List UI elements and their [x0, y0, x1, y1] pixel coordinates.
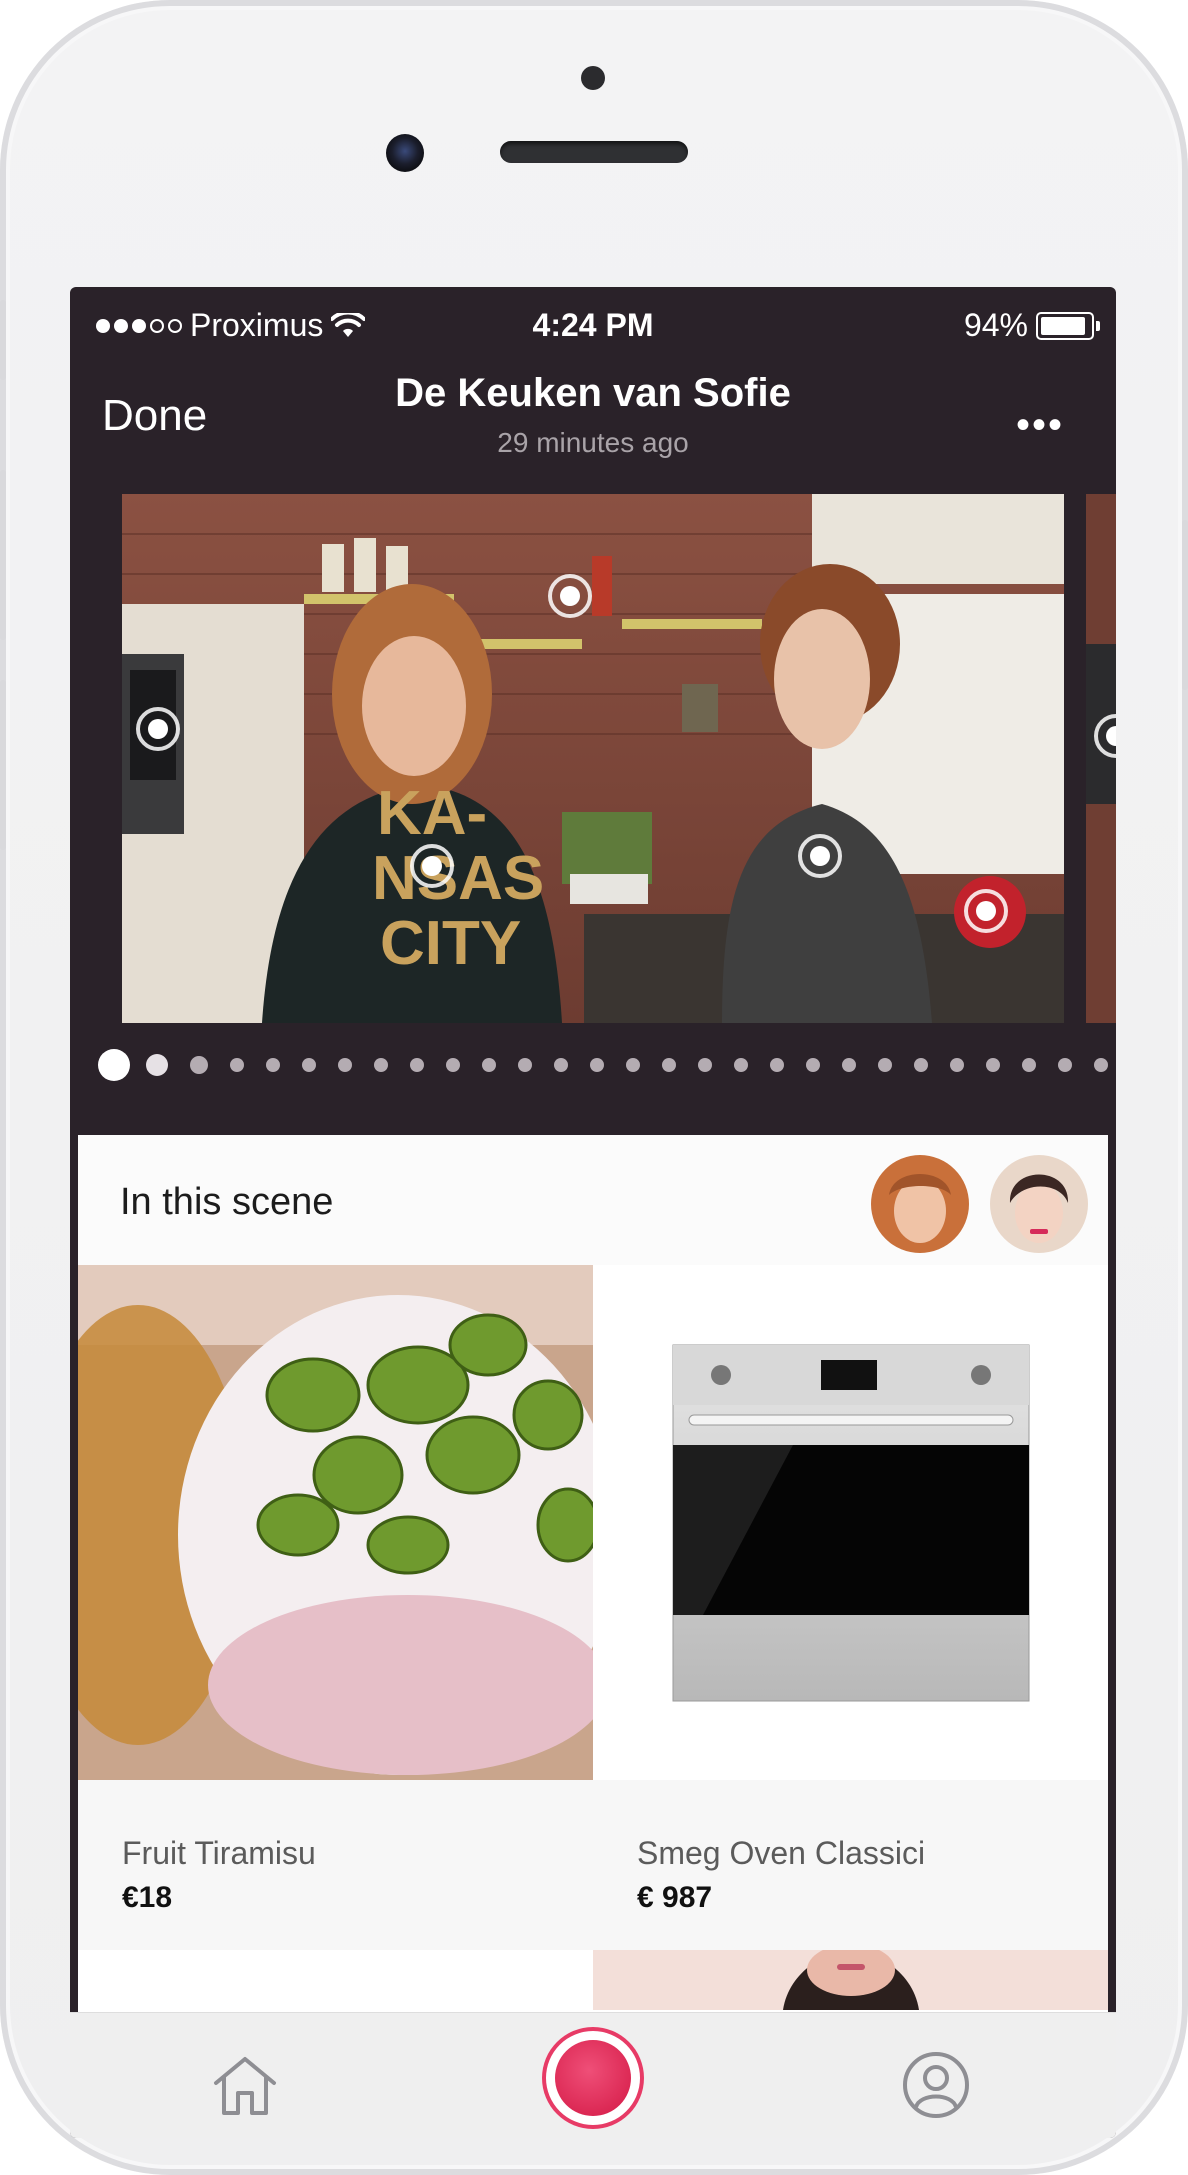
svg-text:NSAS: NSAS [372, 844, 544, 913]
page-dot[interactable] [806, 1058, 820, 1072]
page-title: De Keuken van Sofie [395, 371, 791, 415]
page-dot[interactable] [1094, 1058, 1108, 1072]
product-hotspot[interactable] [136, 707, 180, 751]
page-dot[interactable] [914, 1058, 928, 1072]
proximity-sensor [581, 66, 605, 90]
page-dot[interactable] [146, 1054, 168, 1076]
screen: Proximus 4:24 PM 94% Done De Keuken van … [70, 287, 1116, 2138]
page-dot[interactable] [770, 1058, 784, 1072]
next-product-image [593, 1950, 1108, 2010]
earpiece-speaker [500, 141, 688, 163]
page-dot[interactable] [626, 1058, 640, 1072]
page-dot[interactable] [446, 1058, 460, 1072]
scene-sheet: In this scene Fruit Tiramisu €18 Smeg Ov… [78, 1135, 1108, 2138]
record-icon [555, 2040, 631, 2116]
battery-icon [1036, 311, 1100, 340]
page-dot[interactable] [302, 1058, 316, 1072]
page-dot[interactable] [410, 1058, 424, 1072]
record-button[interactable] [542, 2027, 644, 2129]
page-dot[interactable] [190, 1056, 208, 1074]
product-card[interactable]: Fruit Tiramisu €18 [78, 1265, 593, 1950]
page-dot[interactable] [554, 1058, 568, 1072]
page-dot[interactable] [1058, 1058, 1072, 1072]
navigation-bar: Done De Keuken van Sofie 29 minutes ago … [70, 357, 1116, 477]
next-scene-peek[interactable] [1086, 494, 1116, 1023]
scene-page-indicator[interactable] [70, 1049, 1116, 1081]
guest-avatar[interactable] [990, 1155, 1088, 1253]
battery-percent: 94% [963, 307, 1028, 343]
page-subtitle: 29 minutes ago [497, 427, 689, 458]
page-dot[interactable] [482, 1058, 496, 1072]
product-price: €18 [122, 1881, 173, 1914]
home-icon[interactable] [210, 2053, 280, 2117]
page-dot[interactable] [338, 1058, 352, 1072]
page-dot[interactable] [950, 1058, 964, 1072]
product-card[interactable]: Smeg Oven Classici € 987 [593, 1265, 1108, 1950]
page-dot[interactable] [1022, 1058, 1036, 1072]
page-dot[interactable] [266, 1058, 280, 1072]
product-image [593, 1265, 1108, 1780]
product-image [78, 1265, 593, 1780]
scene-heading: In this scene [120, 1181, 334, 1223]
page-dot[interactable] [518, 1058, 532, 1072]
page-dot[interactable] [734, 1058, 748, 1072]
product-name: Smeg Oven Classici [637, 1835, 926, 1871]
page-dot[interactable] [374, 1058, 388, 1072]
product-price: € 987 [637, 1881, 713, 1914]
scene-frame[interactable]: KA- NSAS CITY [122, 494, 1064, 1023]
scene-image: KA- NSAS CITY [122, 494, 1064, 1023]
power-button [1182, 520, 1188, 690]
page-dot[interactable] [698, 1058, 712, 1072]
profile-icon[interactable] [902, 2051, 970, 2119]
next-product-card[interactable] [593, 1950, 1108, 2010]
next-scene-image [1086, 494, 1116, 1023]
volume-up-button [0, 470, 6, 640]
scene-header: In this scene [78, 1135, 1108, 1265]
product-name: Fruit Tiramisu [122, 1835, 316, 1871]
front-camera [386, 134, 424, 172]
mute-switch [0, 300, 6, 380]
page-dot[interactable] [590, 1058, 604, 1072]
product-hotspot[interactable] [964, 889, 1008, 933]
page-dot-active[interactable] [98, 1049, 130, 1081]
product-hotspot[interactable] [410, 844, 454, 888]
volume-down-button [0, 680, 6, 850]
tab-bar [70, 2012, 1116, 2138]
svg-text:KA-: KA- [377, 779, 487, 848]
more-options-button[interactable]: ••• [1016, 403, 1064, 448]
page-dot[interactable] [986, 1058, 1000, 1072]
product-hotspot[interactable] [548, 574, 592, 618]
svg-text:CITY: CITY [380, 909, 521, 978]
presenter-avatar[interactable] [871, 1155, 969, 1253]
status-bar: Proximus 4:24 PM 94% [70, 287, 1116, 347]
product-hotspot[interactable] [798, 834, 842, 878]
phone-frame: Proximus 4:24 PM 94% Done De Keuken van … [0, 0, 1188, 2175]
page-dot[interactable] [230, 1058, 244, 1072]
page-dot[interactable] [662, 1058, 676, 1072]
page-dot[interactable] [842, 1058, 856, 1072]
page-dot[interactable] [878, 1058, 892, 1072]
clock: 4:24 PM [532, 307, 654, 343]
